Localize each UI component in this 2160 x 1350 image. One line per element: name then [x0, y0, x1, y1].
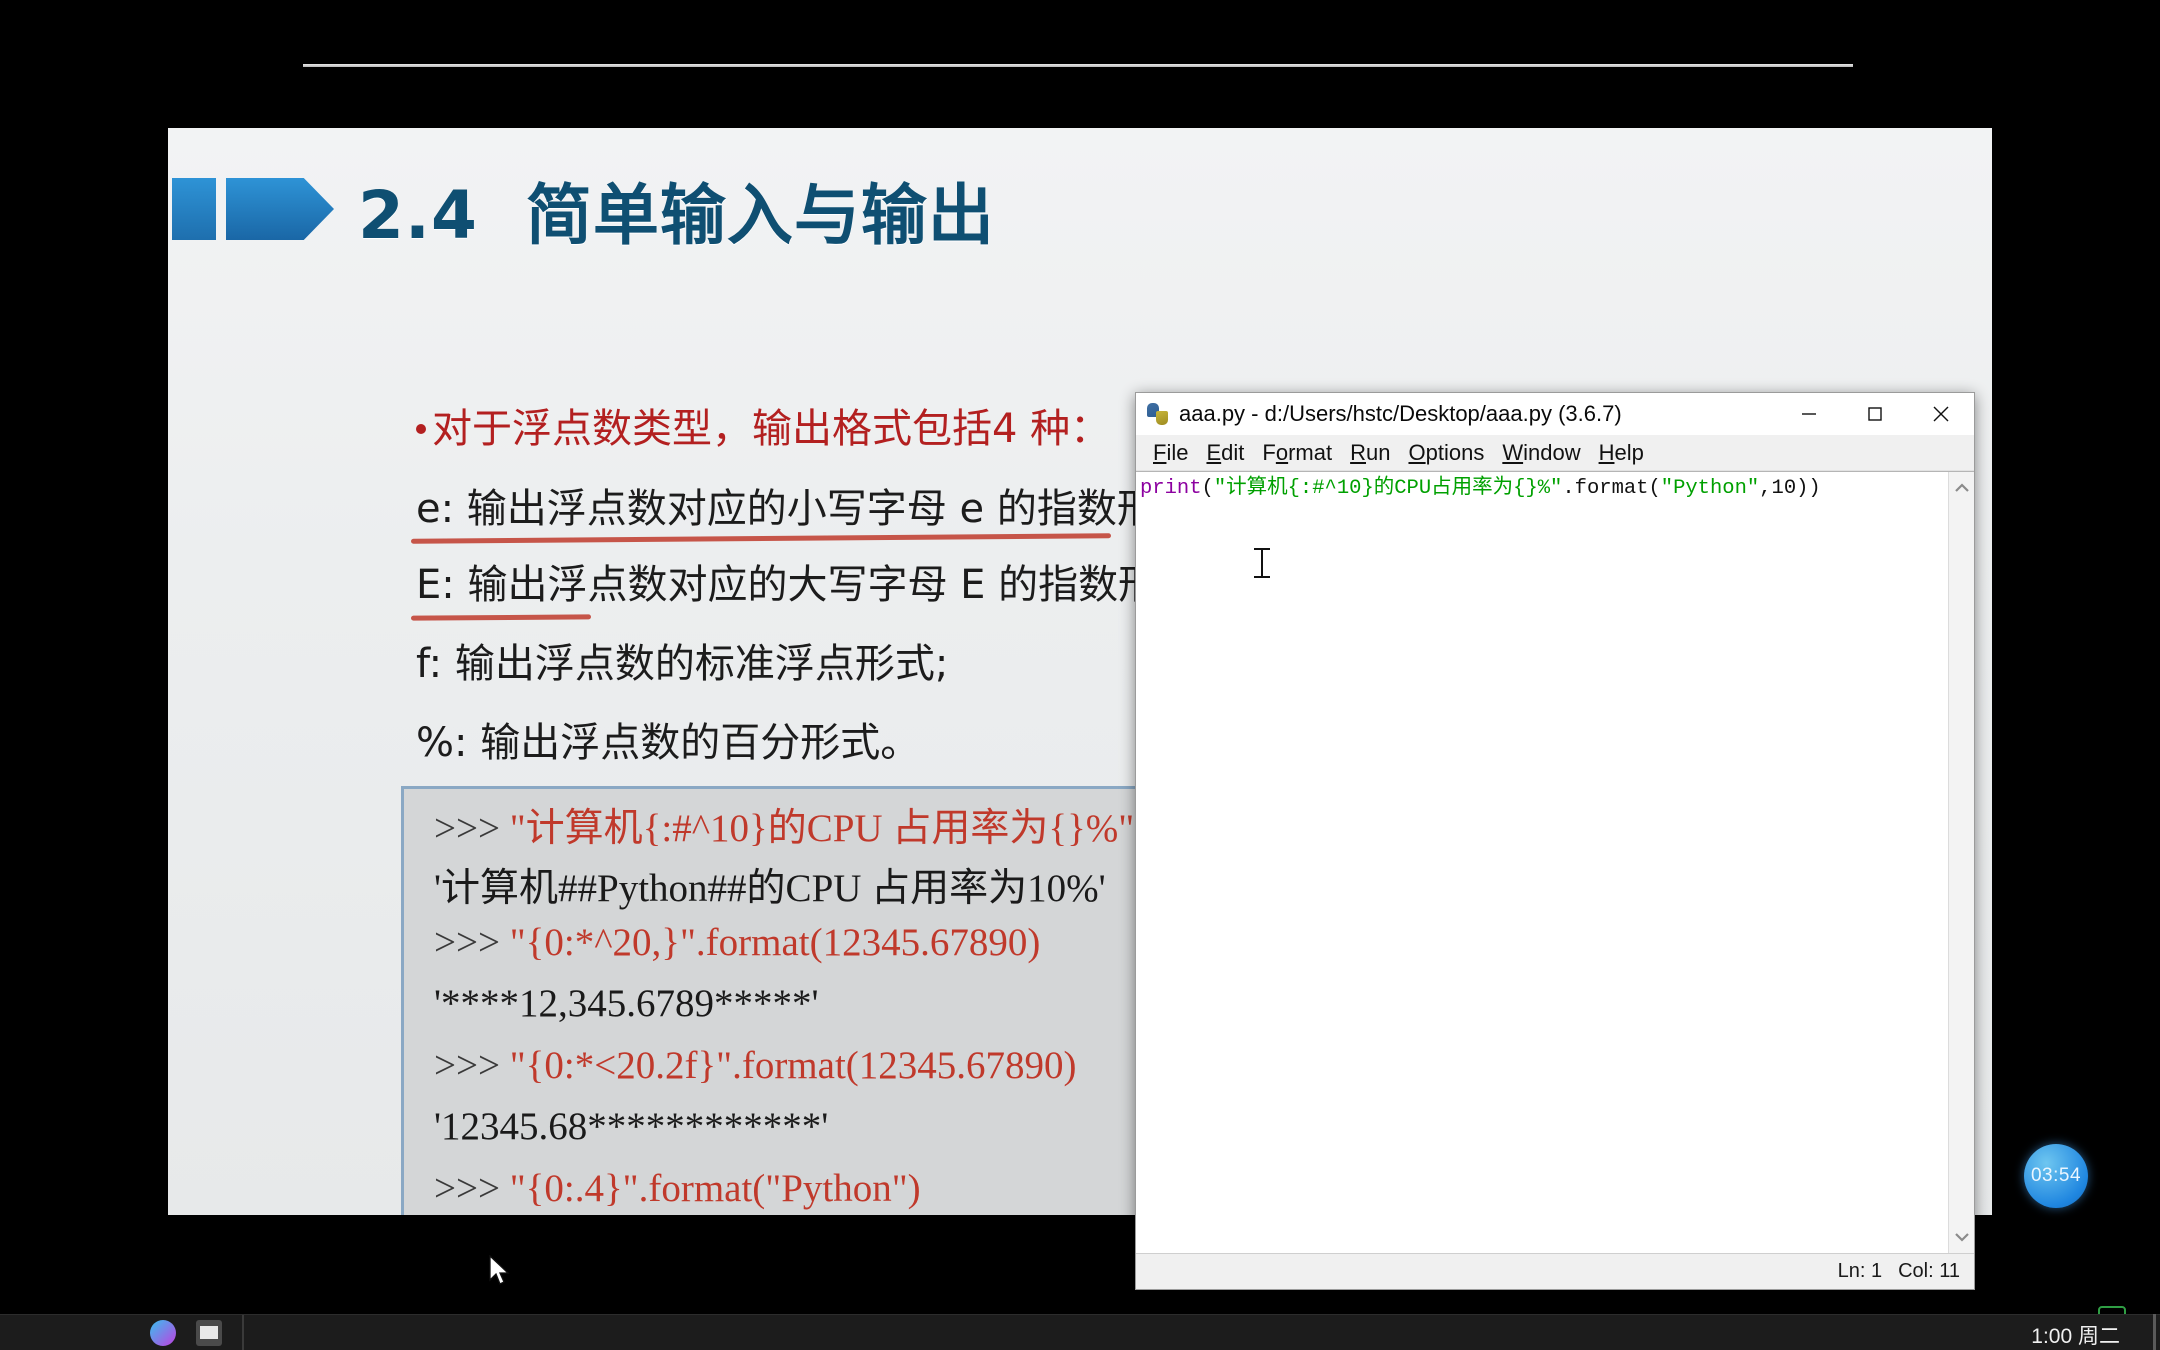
slide-bullet: 对于浮点数类型，输出格式包括4 种： — [416, 396, 1110, 454]
window-app-icon[interactable] — [196, 1319, 222, 1346]
code-prompt: >>> — [434, 1044, 510, 1087]
close-button[interactable] — [1908, 393, 1974, 435]
code-prompt: >>> — [434, 807, 510, 850]
slide-title-text: 简单输入与输出 — [525, 177, 995, 254]
menu-item-run[interactable]: Run — [1341, 438, 1399, 468]
menu-bar[interactable]: File Edit Format Run Options Window Help — [1136, 435, 1974, 471]
code-prompt: >>> — [434, 921, 510, 964]
token-close-parens: )) — [1796, 477, 1821, 500]
minimize-button[interactable] — [1776, 393, 1842, 435]
token-arg-string: "Python" — [1660, 477, 1760, 500]
code-line: >>> "{0:*<20.2f}".format(12345.67890) — [434, 1043, 1077, 1088]
title-accent-block — [172, 178, 216, 240]
menu-item-edit[interactable]: Edit — [1197, 438, 1253, 468]
token-paren: ( — [1201, 477, 1214, 500]
taskbar[interactable]: 1:00 周二 — [0, 1314, 2160, 1350]
window-controls — [1776, 393, 1974, 435]
slide-title-row: 2.4 简单输入与输出 — [168, 156, 1992, 268]
timer-badge-text: 03:54 — [2030, 1165, 2082, 1186]
window-title-bar[interactable]: aaa.py - d:/Users/hstc/Desktop/aaa.py (3… — [1136, 393, 1974, 435]
browser-icon[interactable] — [150, 1319, 176, 1346]
code-line: '****12,345.6789*****' — [434, 981, 819, 1026]
token-comma: , — [1759, 477, 1772, 500]
vertical-scrollbar[interactable] — [1948, 472, 1974, 1253]
status-bar: Ln: 1 Col: 11 — [1136, 1253, 1974, 1289]
format-line-f: f: 输出浮点数的标准浮点形式; — [416, 641, 949, 687]
token-string: "计算机{:#^10}的CPU占用率为{}%" — [1213, 477, 1563, 500]
editor-body: print("计算机{:#^10}的CPU占用率为{}%".format("Py… — [1136, 471, 1974, 1253]
window-title-text: aaa.py - d:/Users/hstc/Desktop/aaa.py (3… — [1179, 400, 1622, 426]
menu-item-options[interactable]: Options — [1399, 438, 1493, 468]
page-title: 2.4 简单输入与输出 — [358, 162, 995, 258]
taskbar-edge-bar — [2153, 1314, 2156, 1350]
menu-item-file[interactable]: File — [1144, 438, 1197, 468]
bullet-dot-icon — [416, 423, 426, 434]
status-line-number: Ln: 1 — [1837, 1260, 1883, 1282]
code-line: >>> "{0:*^20,}".format(12345.67890) — [434, 920, 1040, 965]
format-line-E: E: 输出浮点数对应的大写字母 E 的指数形式; — [416, 562, 1212, 608]
code-line: '计算机##Python##的CPU 占用率为10%' — [434, 857, 1106, 913]
menu-item-help[interactable]: Help — [1590, 438, 1653, 468]
menu-item-window[interactable]: Window — [1493, 438, 1589, 468]
slide-section-number: 2.4 — [358, 177, 478, 254]
slide-bullet-text: 对于浮点数类型，输出格式包括4 种： — [432, 406, 1111, 452]
code-line: >>> "{0:.4}".format("Python") — [434, 1166, 921, 1211]
scroll-up-icon[interactable] — [1949, 476, 1975, 500]
text-cursor-icon — [1254, 548, 1270, 578]
token-dot-format: .format( — [1562, 477, 1661, 500]
menu-item-format[interactable]: Format — [1253, 438, 1341, 468]
token-function: print — [1140, 477, 1202, 500]
status-column-number: Col: 11 — [1898, 1260, 1960, 1282]
code-text: "{0:.4}".format("Python") — [509, 1167, 921, 1210]
format-line-e: e: 输出浮点数对应的小写字母 e 的指数形式; — [416, 486, 1211, 532]
code-text: '****12,345.6789*****' — [434, 982, 819, 1025]
top-divider-line — [303, 64, 1853, 67]
python-file-icon — [1146, 402, 1170, 426]
idle-editor-window[interactable]: aaa.py - d:/Users/hstc/Desktop/aaa.py (3… — [1135, 392, 1975, 1290]
taskbar-separator — [242, 1314, 244, 1350]
taskbar-clock-text: 1:00 周二 — [2031, 1325, 2120, 1348]
taskbar-icons[interactable] — [150, 1319, 222, 1346]
editor-code-line: print("计算机{:#^10}的CPU占用率为{}%".format("Py… — [1140, 476, 1948, 502]
mouse-cursor-icon — [489, 1254, 515, 1294]
format-line-percent: %: 输出浮点数的百分形式。 — [416, 720, 921, 766]
code-line: '12345.68************' — [434, 1104, 828, 1149]
code-editor-area[interactable]: print("计算机{:#^10}的CPU占用率为{}%".format("Py… — [1136, 472, 1948, 1253]
scroll-down-icon[interactable] — [1949, 1225, 1975, 1249]
maximize-button[interactable] — [1842, 393, 1908, 435]
code-text: '计算机##Python##的CPU 占用率为10%' — [434, 867, 1106, 910]
code-text: '12345.68************' — [434, 1105, 829, 1148]
screen: 2.4 简单输入与输出 对于浮点数类型，输出格式包括4 种： e: 输出浮点数对… — [0, 0, 2160, 1350]
timer-badge[interactable]: 03:54 — [2024, 1144, 2088, 1208]
code-prompt: >>> — [434, 1167, 510, 1210]
title-arrow-icon — [226, 178, 334, 240]
code-text: "{0:*^20,}".format(12345.67890) — [509, 921, 1041, 964]
taskbar-clock[interactable]: 1:00 周二 — [2031, 1320, 2120, 1350]
token-arg-number: 10 — [1771, 477, 1797, 500]
code-text: "{0:*<20.2f}".format(12345.67890) — [509, 1044, 1077, 1087]
